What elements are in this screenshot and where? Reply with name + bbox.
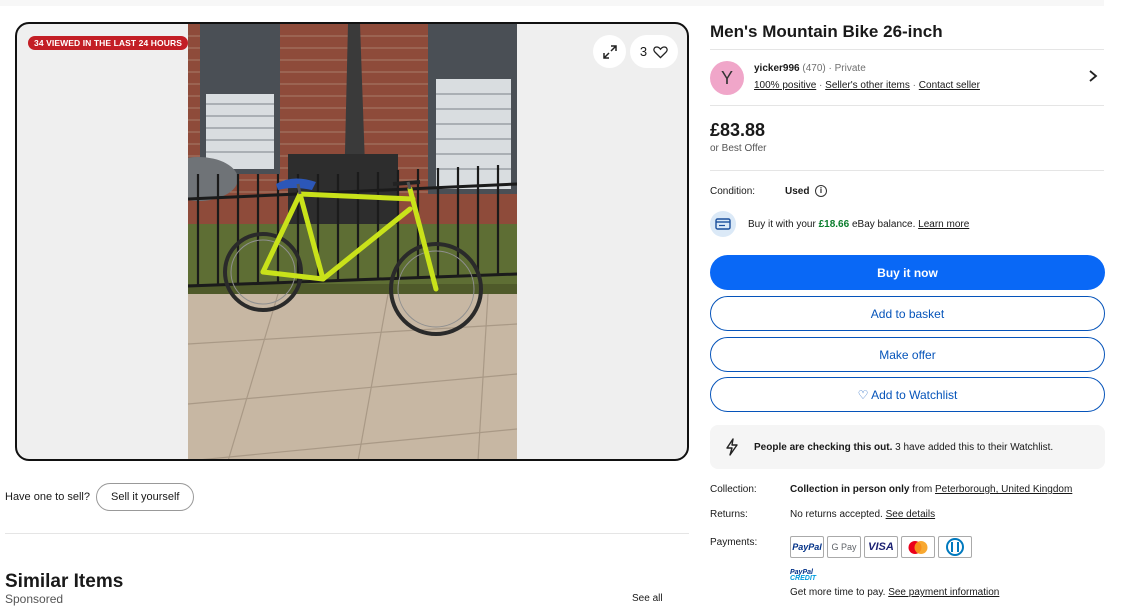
paypal-credit-logo: PayPal CREDIT: [790, 569, 817, 582]
balance-suffix: eBay balance.: [851, 218, 916, 230]
top-strip: [0, 0, 1104, 6]
info-icon[interactable]: i: [815, 185, 827, 197]
seller-links: 100% positive · Seller's other items · C…: [754, 80, 980, 91]
see-all-link[interactable]: See all: [632, 593, 663, 604]
sell-it-yourself-button[interactable]: Sell it yourself: [96, 483, 195, 511]
sponsored-label: Sponsored: [5, 592, 64, 606]
returns-value: No returns accepted. See details: [790, 509, 935, 520]
watch-count: 3: [639, 44, 648, 59]
divider: [710, 105, 1104, 106]
divider: [710, 49, 1104, 50]
separator: ·: [912, 80, 917, 91]
more-time-row: Get more time to pay. See payment inform…: [790, 587, 999, 598]
collection-method: Collection in person only: [790, 484, 910, 495]
heart-icon: [653, 45, 668, 59]
google-pay-icon: G Pay: [827, 536, 861, 558]
condition-value: Used: [785, 186, 810, 197]
sell-row: Have one to sell? Sell it yourself: [5, 483, 195, 511]
feedback-count: (470): [802, 63, 826, 74]
best-offer-text: or Best Offer: [710, 143, 767, 154]
collection-from: from: [912, 484, 933, 495]
separator: ·: [819, 80, 823, 91]
watchers-notice-bold: People are checking this out.: [754, 441, 893, 453]
seller-type: · Private: [828, 63, 866, 74]
expand-icon: [602, 44, 617, 59]
watchers-notice-text: 3 have added this to their Watchlist.: [895, 441, 1054, 453]
mastercard-icon: [901, 536, 935, 558]
watch-count-button[interactable]: 3: [630, 35, 678, 68]
avatar[interactable]: Y: [710, 61, 744, 95]
page-title: Men's Mountain Bike 26-inch: [710, 22, 943, 41]
ebay-balance-row: Buy it with your £18.66 eBay balance. Le…: [710, 211, 969, 237]
condition-label: Condition:: [710, 186, 756, 197]
buy-it-now-button[interactable]: Buy it now: [710, 255, 1105, 290]
contact-seller-link[interactable]: Contact seller: [919, 80, 980, 91]
seller-other-items-link[interactable]: Seller's other items: [825, 80, 910, 91]
returns-label: Returns:: [710, 509, 748, 520]
collection-label: Collection:: [710, 484, 757, 495]
lightning-icon: [710, 438, 754, 456]
expand-image-button[interactable]: [593, 35, 626, 68]
collection-value: Collection in person only from Peterboro…: [790, 484, 1072, 495]
paypal-icon: PayPal: [790, 536, 824, 558]
price: £83.88: [710, 120, 766, 140]
see-details-link[interactable]: See details: [886, 509, 935, 520]
divider: [710, 170, 1104, 171]
sell-prompt: Have one to sell?: [5, 491, 90, 503]
seller-name[interactable]: yicker996: [754, 63, 800, 74]
similar-items-heading: Similar Items: [5, 571, 124, 592]
make-offer-button[interactable]: Make offer: [710, 337, 1105, 372]
payments-label: Payments:: [710, 537, 758, 548]
add-to-watchlist-button[interactable]: ♡ Add to Watchlist: [710, 377, 1105, 412]
seller-card[interactable]: Y yicker996 (470) · Private 100% positiv…: [710, 61, 1104, 95]
payment-methods: PayPal G Pay VISA: [790, 536, 972, 558]
watchers-notice: People are checking this out. 3 have add…: [710, 425, 1105, 469]
image-gallery[interactable]: 34 VIEWED IN THE LAST 24 HOURS 3: [15, 22, 689, 461]
more-time-text: Get more time to pay.: [790, 587, 886, 598]
balance-prefix: Buy it with your: [748, 218, 816, 230]
listing-photo[interactable]: [188, 24, 517, 459]
collection-location-link[interactable]: Peterborough, United Kingdom: [935, 484, 1072, 495]
visa-icon: VISA: [864, 536, 898, 558]
diners-club-icon: [938, 536, 972, 558]
seller-name-line: yicker996 (470) · Private: [754, 63, 866, 74]
add-to-basket-button[interactable]: Add to basket: [710, 296, 1105, 331]
positive-feedback-link[interactable]: 100% positive: [754, 80, 816, 91]
payment-information-link[interactable]: See payment information: [888, 587, 999, 598]
returns-text: No returns accepted.: [790, 509, 883, 520]
chevron-right-icon[interactable]: [1088, 69, 1098, 85]
bike-photo-illustration: [188, 24, 517, 459]
wallet-icon: [710, 211, 736, 237]
viewed-badge: 34 VIEWED IN THE LAST 24 HOURS: [28, 36, 188, 50]
divider: [5, 533, 689, 534]
learn-more-link[interactable]: Learn more: [918, 219, 969, 230]
balance-amount: £18.66: [818, 218, 850, 230]
